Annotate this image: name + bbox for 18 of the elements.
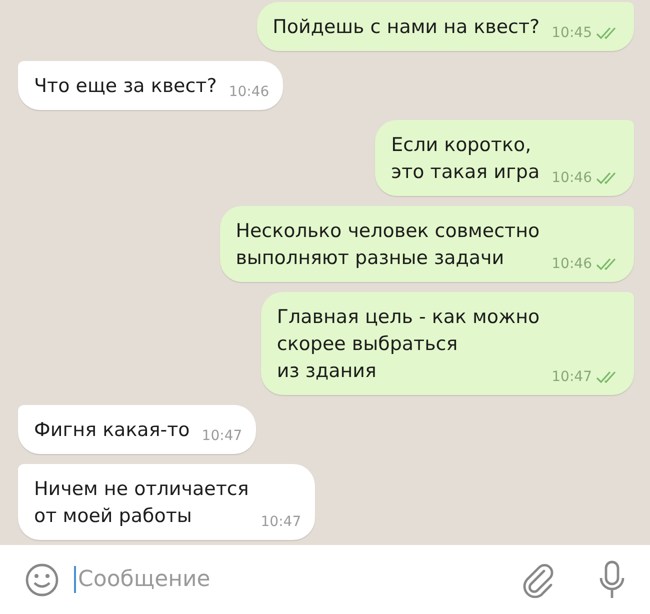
message-text: Пойдешь с нами на квест? (272, 15, 540, 40)
message-text: Несколько человек совместно выполняют разные задачи (236, 219, 540, 271)
message-time: 10:46 (552, 256, 592, 272)
paperclip-icon[interactable] (522, 562, 556, 598)
microphone-icon[interactable] (598, 560, 626, 600)
message-time: 10:47 (552, 369, 592, 385)
message-time: 10:45 (552, 25, 592, 41)
message-time: 10:47 (260, 514, 302, 530)
message-text: Что еще за квест? (34, 74, 217, 99)
message-input-field[interactable]: Сообщение (74, 566, 508, 593)
message-time: 10:46 (552, 170, 592, 186)
message-text: Фигня какая-то (34, 418, 190, 443)
message-text: Если коротко, это такая игра (391, 133, 540, 185)
message-time: 10:47 (202, 428, 242, 444)
message-text: Главная цель - как можно скорее выбраться из здания (276, 305, 540, 384)
smiley-icon[interactable] (24, 562, 60, 598)
message-text: Ничем не отличается от моей работы (34, 477, 249, 529)
message-time: 10:46 (228, 84, 270, 100)
